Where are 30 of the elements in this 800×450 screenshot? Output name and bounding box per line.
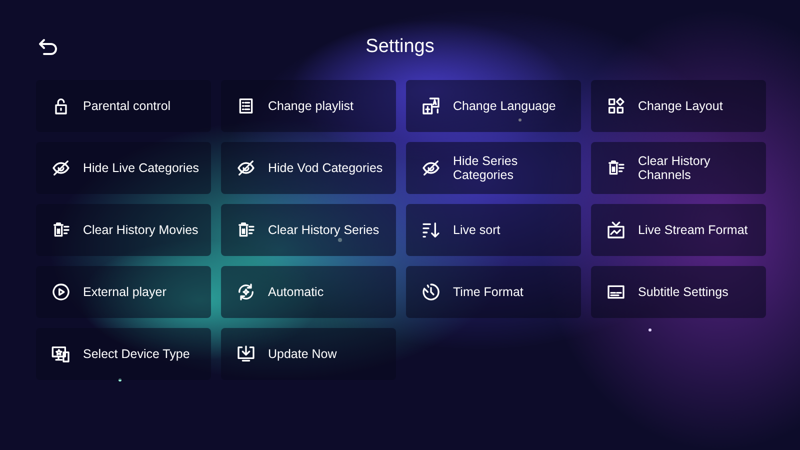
settings-tile[interactable]: Time Format (406, 266, 581, 318)
monitor-phone-icon (51, 344, 71, 364)
translate-icon (421, 96, 441, 116)
settings-tile[interactable]: Clear History Movies (36, 204, 211, 256)
settings-tile[interactable]: Hide Live Categories (36, 142, 211, 194)
settings-tile[interactable]: Change playlist (221, 80, 396, 132)
eye-slash-icon (236, 158, 256, 178)
download-monitor-icon (236, 344, 256, 364)
settings-tile[interactable]: Hide Vod Categories (221, 142, 396, 194)
settings-tile[interactable]: Select Device Type (36, 328, 211, 380)
eye-slash-icon (51, 158, 71, 178)
settings-tile[interactable]: Automatic (221, 266, 396, 318)
settings-tile[interactable]: Live sort (406, 204, 581, 256)
settings-tile[interactable]: Clear History Channels (591, 142, 766, 194)
eye-slash-icon (421, 158, 441, 178)
settings-tile[interactable]: Hide Series Categories (406, 142, 581, 194)
settings-tile[interactable]: Subtitle Settings (591, 266, 766, 318)
settings-tile[interactable]: Update Now (221, 328, 396, 380)
settings-tile[interactable]: Change Language (406, 80, 581, 132)
settings-tile[interactable]: Live Stream Format (591, 204, 766, 256)
timer-icon (421, 282, 441, 302)
settings-tile[interactable]: External player (36, 266, 211, 318)
settings-tile[interactable]: Clear History Series (221, 204, 396, 256)
sort-icon (421, 220, 441, 240)
sync-sparkle-icon (236, 282, 256, 302)
settings-tile[interactable]: Parental control (36, 80, 211, 132)
settings-tile[interactable]: Change Layout (591, 80, 766, 132)
page-title: Settings (366, 36, 434, 58)
shapes-icon (606, 96, 626, 116)
tv-icon (606, 220, 626, 240)
